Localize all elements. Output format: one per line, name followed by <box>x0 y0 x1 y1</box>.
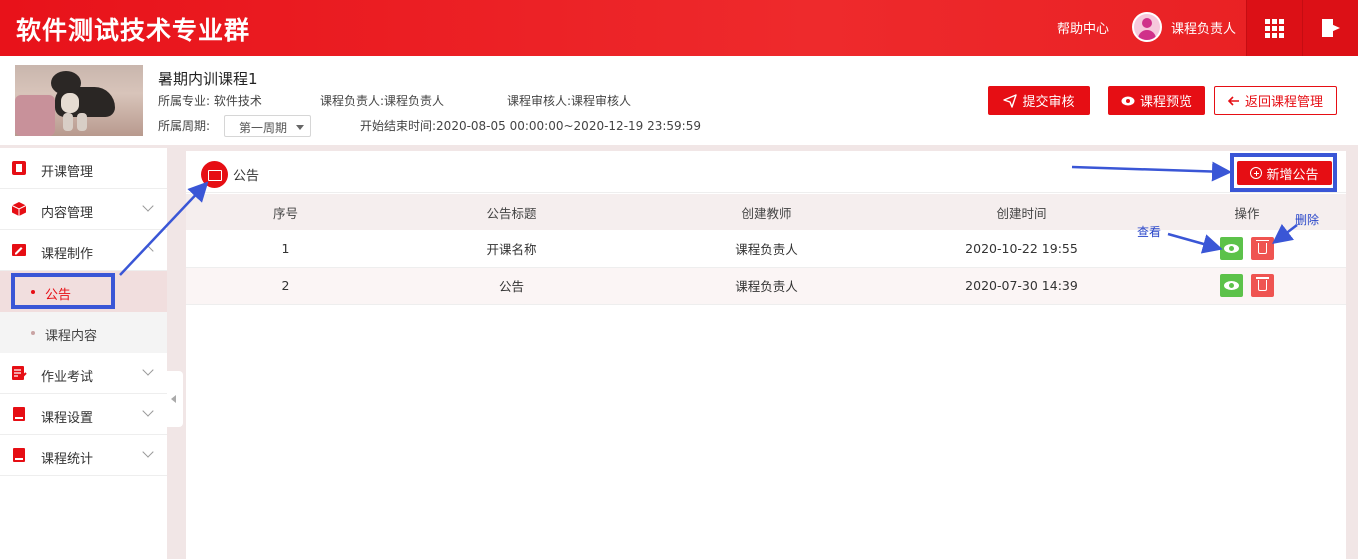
arrow-to-delete-button <box>1272 223 1298 245</box>
annotation-arrows <box>119 161 1298 276</box>
arrow-to-panel-icon <box>119 181 209 276</box>
arrow-to-view-button <box>1167 232 1223 254</box>
arrow-to-add-button <box>1071 161 1232 182</box>
